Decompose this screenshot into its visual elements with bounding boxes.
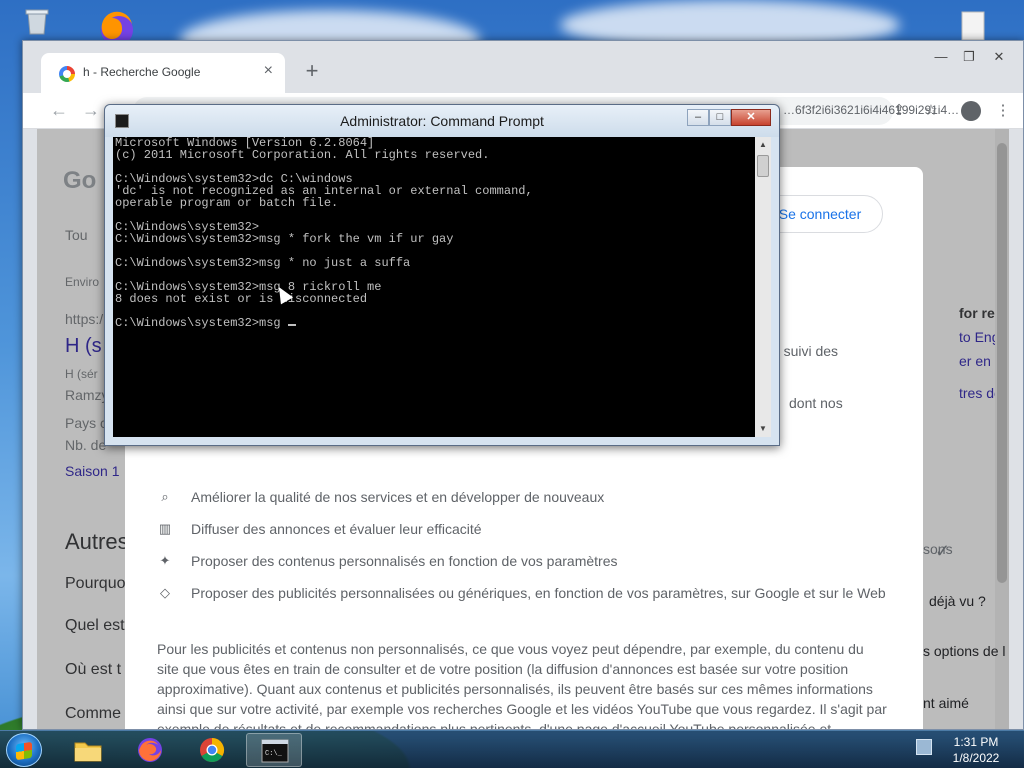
- scroll-up-icon[interactable]: ▲: [755, 137, 771, 153]
- bookmark-star-icon[interactable]: ☆: [921, 101, 941, 121]
- bullet-text: Améliorer la qualité de nos services et …: [191, 489, 605, 505]
- bullet-text: Proposer des publicités personnalisées o…: [191, 585, 886, 601]
- scroll-down-icon[interactable]: ▼: [755, 421, 771, 437]
- browser-tab[interactable]: h - Recherche Google ×: [41, 53, 285, 93]
- cmd-prompt-text: C:\Windows\system32>msg: [115, 316, 288, 330]
- cmd-close-icon[interactable]: ✕: [731, 109, 771, 126]
- minimize-icon[interactable]: —: [929, 49, 953, 67]
- back-icon[interactable]: ←: [47, 99, 71, 123]
- side-text: nt aimé: [923, 695, 969, 711]
- chrome-icon: [200, 738, 225, 763]
- taskbar-command-prompt[interactable]: C:\_: [246, 733, 302, 767]
- start-button[interactable]: [6, 733, 42, 767]
- tag-icon: ◇: [160, 585, 170, 600]
- chart-icon: ▥: [158, 521, 172, 536]
- taskbar: C:\_ 1:31 PM 1/8/2022: [0, 730, 1024, 768]
- sparkle-icon: ✦: [159, 553, 171, 568]
- cmd-minimize-icon[interactable]: –: [687, 109, 709, 126]
- cmd-title-bar[interactable]: Administrator: Command Prompt – □ ✕: [105, 105, 779, 137]
- command-prompt-icon: C:\_: [261, 739, 289, 763]
- cmd-scrollbar[interactable]: ▲ ▼: [755, 137, 771, 437]
- cmd-console[interactable]: Microsoft Windows [Version 6.2.8064] (c)…: [113, 137, 759, 437]
- bullet-text: Diffuser des annonces et évaluer leur ef…: [191, 521, 482, 537]
- command-prompt-window: Administrator: Command Prompt – □ ✕ Micr…: [104, 104, 780, 446]
- consent-bullet: ⌕ Améliorer la qualité de nos services e…: [157, 487, 897, 507]
- taskbar-firefox[interactable]: [122, 733, 178, 767]
- svg-text:C:\_: C:\_: [265, 750, 283, 758]
- close-window-icon[interactable]: ✕: [987, 49, 1011, 67]
- close-tab-icon[interactable]: ×: [264, 62, 273, 80]
- text-cursor: [287, 324, 296, 326]
- system-clock[interactable]: 1:31 PM 1/8/2022: [938, 734, 1014, 766]
- consent-paragraph: Pour les publicités et contenus non pers…: [157, 641, 887, 729]
- new-tab-button[interactable]: +: [299, 59, 325, 85]
- profile-avatar-icon[interactable]: [961, 101, 981, 121]
- share-icon[interactable]: ⇪: [889, 101, 909, 121]
- consent-bullet: ▥ Diffuser des annonces et évaluer leur …: [157, 519, 897, 539]
- taskbar-file-explorer[interactable]: [60, 733, 116, 767]
- bullet-text: Proposer des contenus personnalisés en f…: [191, 553, 618, 569]
- check-icon[interactable]: ✓: [935, 541, 950, 562]
- taskbar-chrome[interactable]: [184, 733, 240, 767]
- side-text: déjà vu ?: [929, 593, 986, 609]
- cmd-line: C:\Windows\system32>msg * fork the vm if…: [115, 232, 454, 246]
- tab-strip: h - Recherche Google × + — ❐ ✕: [23, 41, 1023, 93]
- clock-date: 1/8/2022: [952, 751, 1000, 765]
- cmd-line: C:\Windows\system32>msg * no just a suff…: [115, 256, 411, 270]
- tab-title: h - Recherche Google: [83, 65, 201, 79]
- recycle-bin-icon[interactable]: [22, 6, 52, 36]
- network-icon[interactable]: [916, 739, 932, 755]
- windows-logo-icon: [16, 741, 32, 761]
- firefox-icon: [138, 738, 162, 762]
- google-favicon-icon: [59, 66, 75, 82]
- cmd-scroll-thumb[interactable]: [757, 155, 769, 177]
- cmd-window-controls: – □ ✕: [687, 109, 771, 127]
- cmd-line: 8 does not exist or is disconnected: [115, 292, 368, 306]
- cmd-line: (c) 2011 Microsoft Corporation. All righ…: [115, 148, 490, 162]
- cmd-line: operable program or batch file.: [115, 196, 339, 210]
- consent-bullet: ✦ Proposer des contenus personnalisés en…: [157, 551, 897, 571]
- consent-text-fragment: dont nos: [789, 395, 843, 411]
- maximize-icon[interactable]: ❐: [957, 49, 981, 67]
- cmd-maximize-icon[interactable]: □: [709, 109, 731, 126]
- cmd-title-text: Administrator: Command Prompt: [340, 113, 544, 129]
- consent-bullet: ◇ Proposer des publicités personnalisées…: [157, 583, 897, 623]
- clock-time: 1:31 PM: [953, 735, 999, 749]
- forward-icon[interactable]: →: [79, 99, 103, 123]
- side-text: s options de l: [923, 643, 1006, 659]
- menu-dots-icon[interactable]: ⋮: [993, 101, 1013, 121]
- search-icon: ⌕: [161, 489, 169, 504]
- cmd-prompt-line[interactable]: C:\Windows\system32>msg: [113, 317, 759, 329]
- folder-icon: [74, 742, 102, 762]
- document-desktop-icon[interactable]: [956, 8, 990, 42]
